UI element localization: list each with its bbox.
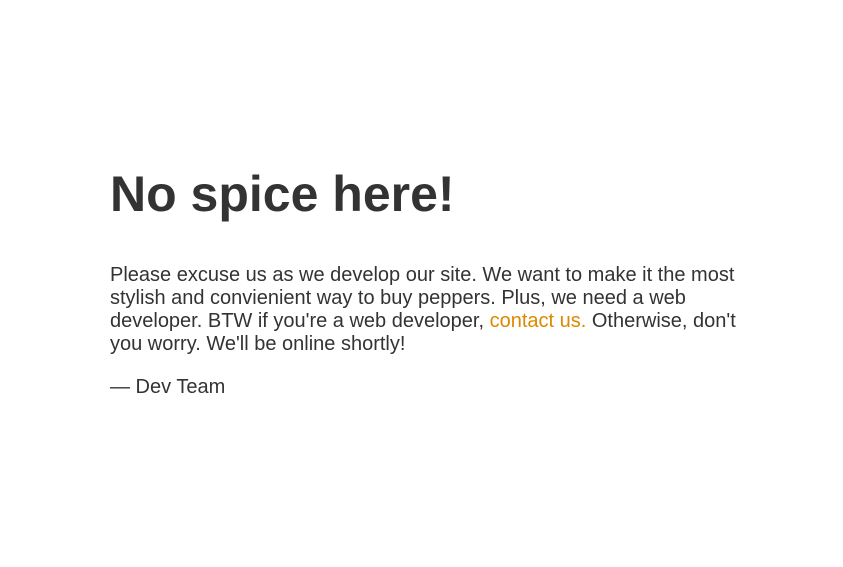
signature: — Dev Team xyxy=(110,376,226,398)
notice-message: Please excuse us as we develop our site.… xyxy=(110,264,750,356)
page: No spice here! Please excuse us as we de… xyxy=(0,0,843,567)
page-title: No spice here! xyxy=(110,166,455,222)
contact-us-link[interactable]: contact us. xyxy=(490,310,587,332)
maintenance-notice: No spice here! Please excuse us as we de… xyxy=(110,166,750,399)
